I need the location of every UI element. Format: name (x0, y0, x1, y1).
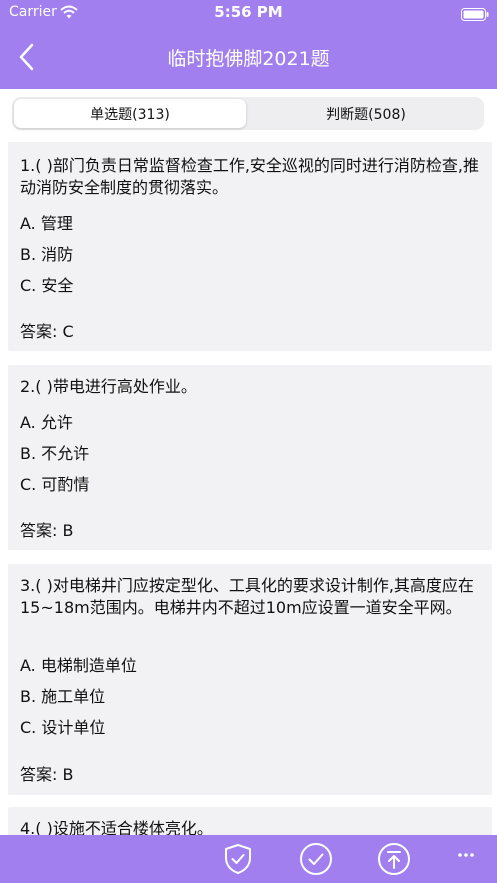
answer-label: 答案: C (20, 322, 74, 341)
option-b: B. 消防 (20, 245, 74, 264)
back-button[interactable] (8, 38, 44, 76)
question-text: 1.( )部门负责日常监督检查工作,安全巡视的同时进行消防检查,推动消防安全制度… (20, 156, 480, 197)
question-text: 3.( )对电梯井门应按定型化、工具化的要求设计制作,其高度应在15~18m范围… (20, 576, 474, 617)
question-card[interactable]: 2.( )带电进行高处作业。 A. 允许 B. 不允许 C. 可酌情 答案: B (8, 365, 492, 550)
tab-single-choice[interactable]: 单选题(313) (14, 99, 246, 128)
status-bar: Carrier 5:56 PM (0, 0, 497, 28)
option-c: C. 可酌情 (20, 475, 90, 494)
question-text: 2.( )带电进行高处作业。 (20, 377, 197, 396)
battery-icon (461, 6, 489, 21)
option-c: C. 设计单位 (20, 718, 106, 737)
option-a: A. 管理 (20, 214, 73, 233)
option-a: A. 电梯制造单位 (20, 656, 137, 675)
nav-header: Carrier 5:56 PM 临时抱佛脚2021题 (0, 0, 497, 89)
scroll-top-icon[interactable] (377, 842, 411, 876)
question-card[interactable]: 3.( )对电梯井门应按定型化、工具化的要求设计制作,其高度应在15~18m范围… (8, 564, 492, 795)
check-circle-icon[interactable] (299, 842, 333, 876)
chevron-left-icon (19, 43, 34, 71)
answer-label: 答案: B (20, 765, 74, 784)
tab-true-false[interactable]: 判断题(508) (250, 99, 482, 128)
question-card[interactable]: 1.( )部门负责日常监督检查工作,安全巡视的同时进行消防检查,推动消防安全制度… (8, 142, 492, 351)
bottom-toolbar (0, 835, 497, 883)
status-time: 5:56 PM (214, 3, 283, 21)
option-b: B. 不允许 (20, 444, 90, 463)
shield-check-icon[interactable] (221, 842, 255, 876)
option-b: B. 施工单位 (20, 687, 106, 706)
option-c: C. 安全 (20, 276, 74, 295)
page-title: 临时抱佛脚2021题 (167, 48, 330, 70)
more-icon[interactable] (449, 842, 483, 876)
answer-label: 答案: B (20, 521, 74, 540)
option-a: A. 允许 (20, 413, 73, 432)
question-type-switch: 单选题(313) 判断题(508) (12, 97, 484, 130)
